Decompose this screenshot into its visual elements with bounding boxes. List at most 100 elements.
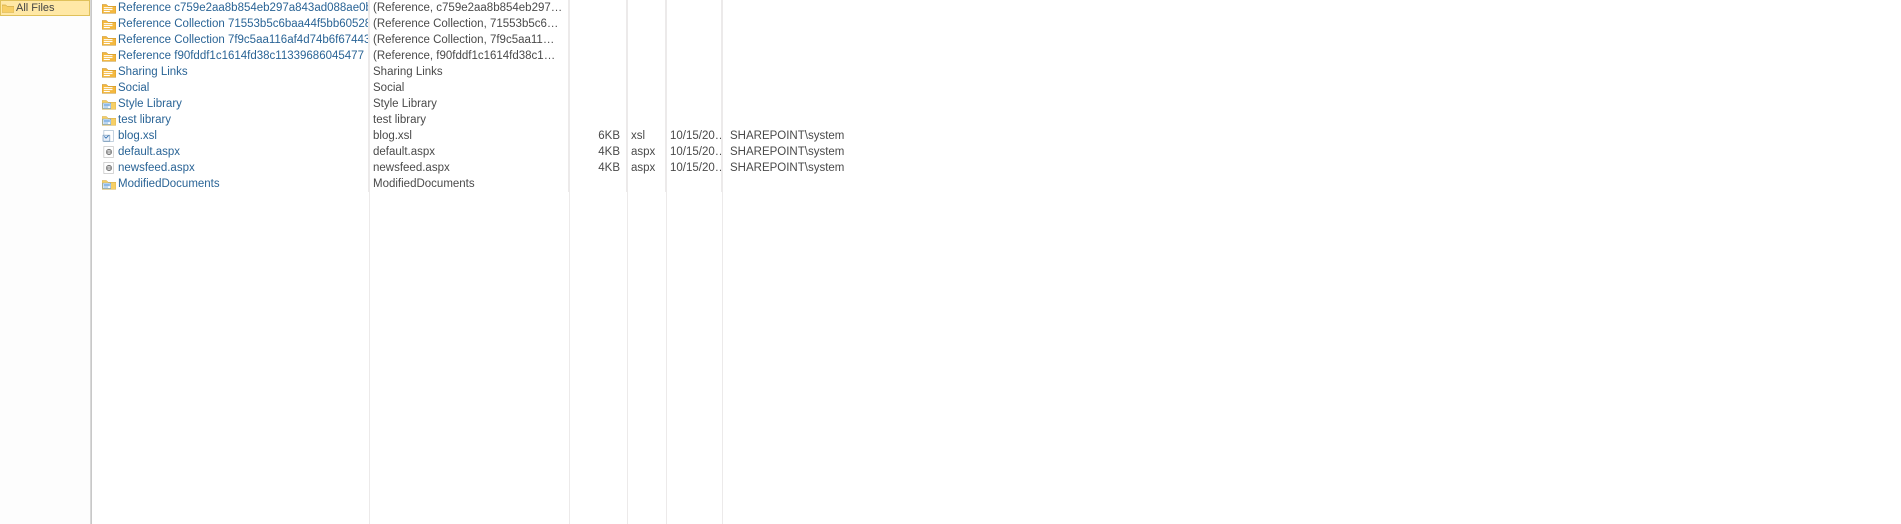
cell-name: Style Library — [92, 96, 369, 112]
app-root: All Files Reference c759e2aa8b854eb297a8… — [0, 0, 1901, 524]
cell-title: (Reference Collection, 7f9c5aa11… — [369, 32, 569, 48]
file-row[interactable]: newsfeed.aspxnewsfeed.aspx4KBaspx10/15/2… — [92, 160, 1901, 176]
folder-special-icon — [102, 34, 116, 46]
file-row[interactable]: Sharing Links Sharing Links — [92, 64, 1901, 80]
file-row[interactable]: Social Social — [92, 80, 1901, 96]
cell-size — [569, 64, 627, 80]
cell-type: xsl — [627, 128, 666, 144]
cell-title: test library — [369, 112, 569, 128]
sidebar-item-all-files[interactable]: All Files — [0, 0, 90, 16]
cell-type — [627, 16, 666, 32]
file-panel: Reference c759e2aa8b854eb297a843ad088ae0… — [91, 0, 1901, 524]
file-list: Reference c759e2aa8b854eb297a843ad088ae0… — [92, 0, 1901, 192]
cell-date: 10/15/20… — [666, 128, 722, 144]
file-row[interactable]: Reference Collection 71553b5c6baa44f5bb6… — [92, 16, 1901, 32]
sidebar: All Files — [0, 0, 91, 524]
cell-type — [627, 176, 666, 192]
folder-lib-icon — [102, 114, 116, 126]
file-name[interactable]: newsfeed.aspx — [118, 162, 195, 174]
cell-title: default.aspx — [369, 144, 569, 160]
cell-modified-by — [722, 48, 1002, 64]
cell-name: Sharing Links — [92, 64, 369, 80]
file-name[interactable]: Reference f90fddf1c1614fd38c113396860454… — [118, 50, 364, 62]
cell-size — [569, 16, 627, 32]
cell-type: aspx — [627, 160, 666, 176]
cell-modified-by: SHAREPOINT\system — [722, 144, 1002, 160]
file-name[interactable]: Reference Collection 71553b5c6baa44f5bb6… — [118, 18, 369, 30]
cell-date — [666, 112, 722, 128]
folder-special-icon — [102, 50, 116, 62]
cell-title: Sharing Links — [369, 64, 569, 80]
file-row[interactable]: ModifiedDocumentsModifiedDocuments — [92, 176, 1901, 192]
cell-modified-by — [722, 0, 1002, 16]
cell-date — [666, 80, 722, 96]
file-row[interactable]: blog.xslblog.xsl6KBxsl10/15/20…SHAREPOIN… — [92, 128, 1901, 144]
folder-lib-icon — [102, 98, 116, 110]
file-row[interactable]: Reference Collection 7f9c5aa116af4d74b6f… — [92, 32, 1901, 48]
cell-modified-by — [722, 80, 1002, 96]
cell-size — [569, 112, 627, 128]
cell-name: blog.xsl — [92, 128, 369, 144]
cell-modified-by: SHAREPOINT\system — [722, 160, 1002, 176]
cell-type — [627, 80, 666, 96]
file-name[interactable]: test library — [118, 114, 171, 126]
file-name[interactable]: ModifiedDocuments — [118, 178, 220, 190]
file-name[interactable]: Reference c759e2aa8b854eb297a843ad088ae0… — [118, 2, 369, 14]
cell-modified-by — [722, 32, 1002, 48]
cell-date — [666, 96, 722, 112]
cell-modified-by — [722, 112, 1002, 128]
cell-modified-by — [722, 16, 1002, 32]
cell-name: Reference c759e2aa8b854eb297a843ad088ae0… — [92, 0, 369, 16]
folder-icon — [2, 3, 14, 13]
cell-name: ModifiedDocuments — [92, 176, 369, 192]
file-row[interactable]: Reference f90fddf1c1614fd38c113396860454… — [92, 48, 1901, 64]
cell-type — [627, 48, 666, 64]
cell-type — [627, 32, 666, 48]
cell-date: 10/15/20… — [666, 160, 722, 176]
cell-title: (Reference, f90fddf1c1614fd38c1… — [369, 48, 569, 64]
file-name[interactable]: Reference Collection 7f9c5aa116af4d74b6f… — [118, 34, 369, 46]
cell-title: Social — [369, 80, 569, 96]
cell-date — [666, 64, 722, 80]
file-row[interactable]: test library test library — [92, 112, 1901, 128]
cell-date: 10/15/20… — [666, 144, 722, 160]
cell-modified-by — [722, 96, 1002, 112]
file-row[interactable]: default.aspxdefault.aspx4KBaspx10/15/20…… — [92, 144, 1901, 160]
cell-size: 6KB — [569, 128, 627, 144]
file-name[interactable]: default.aspx — [118, 146, 180, 158]
cell-name: test library — [92, 112, 369, 128]
cell-size — [569, 48, 627, 64]
cell-modified-by — [722, 64, 1002, 80]
cell-type — [627, 96, 666, 112]
cell-type: aspx — [627, 144, 666, 160]
cell-type — [627, 112, 666, 128]
folder-special-icon — [102, 2, 116, 14]
file-aspx-icon — [102, 146, 116, 158]
folder-special-icon — [102, 18, 116, 30]
cell-modified-by — [722, 176, 1002, 192]
file-xsl-icon — [102, 130, 116, 142]
file-row[interactable]: Reference c759e2aa8b854eb297a843ad088ae0… — [92, 0, 1901, 16]
file-name[interactable]: Social — [118, 82, 149, 94]
cell-size: 4KB — [569, 144, 627, 160]
cell-size — [569, 176, 627, 192]
cell-name: Reference Collection 71553b5c6baa44f5bb6… — [92, 16, 369, 32]
file-row[interactable]: Style Library Style Library — [92, 96, 1901, 112]
cell-name: default.aspx — [92, 144, 369, 160]
cell-title: (Reference Collection, 71553b5c6… — [369, 16, 569, 32]
cell-name: Reference f90fddf1c1614fd38c113396860454… — [92, 48, 369, 64]
file-name[interactable]: blog.xsl — [118, 130, 157, 142]
cell-size — [569, 80, 627, 96]
folder-special-icon — [102, 82, 116, 94]
cell-title: Style Library — [369, 96, 569, 112]
file-name[interactable]: Style Library — [118, 98, 182, 110]
cell-date — [666, 0, 722, 16]
file-name[interactable]: Sharing Links — [118, 66, 188, 78]
cell-size: 4KB — [569, 160, 627, 176]
cell-title: newsfeed.aspx — [369, 160, 569, 176]
cell-modified-by: SHAREPOINT\system — [722, 128, 1002, 144]
cell-name: Social — [92, 80, 369, 96]
cell-type — [627, 0, 666, 16]
folder-lib-icon — [102, 178, 116, 190]
file-aspx-icon — [102, 162, 116, 174]
